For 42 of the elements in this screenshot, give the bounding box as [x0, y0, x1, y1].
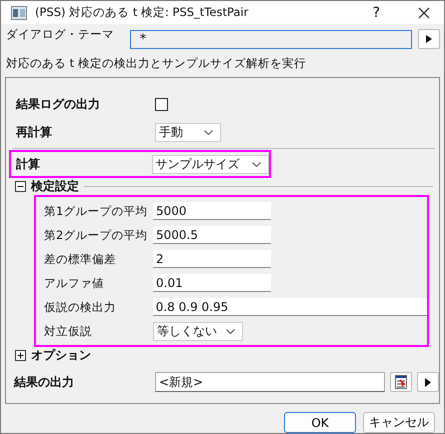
input-field[interactable]: 0.8 0.9 0.95 — [152, 298, 429, 316]
option-label: 結果の出力 — [12, 374, 75, 390]
ok-button[interactable]: OK — [284, 412, 356, 433]
sheet-picker-button[interactable] — [390, 372, 412, 392]
triangle-icon — [425, 378, 432, 386]
dropdown[interactable]: 手動 — [155, 122, 221, 142]
cancel-button[interactable]: キャンセル — [363, 412, 435, 433]
field-label: 第2グループの平均 — [44, 228, 148, 242]
chevron-icon — [204, 130, 213, 134]
close-icon[interactable] — [418, 6, 430, 18]
output-field[interactable]: <新規> — [154, 372, 386, 392]
sheet-icon — [395, 375, 408, 389]
input-field[interactable]: 5000 — [153, 202, 271, 220]
triangle-icon — [426, 35, 432, 43]
section-title: オプション — [31, 347, 91, 364]
input-field[interactable]: 2 — [153, 250, 271, 268]
section-title: 検定設定 — [31, 178, 79, 195]
field-label: アルファ値 — [44, 276, 105, 290]
app-icon — [11, 6, 27, 20]
theme-label: ダイアログ・テーマ — [5, 27, 115, 42]
field-label: 第1グループの平均 — [44, 204, 148, 218]
window-title: (PSS) 対応のある t 検定: PSS_tTestPair — [35, 5, 250, 20]
help-button[interactable]: ? — [372, 4, 380, 20]
field-label: 差の標準偏差 — [44, 252, 117, 266]
chevron-icon — [226, 328, 235, 334]
expander-icon[interactable] — [15, 181, 26, 192]
chevron-icon — [252, 162, 261, 166]
theme-menu-button[interactable] — [418, 29, 440, 49]
description: 対応のある t 検定の検出力とサンプルサイズ解析を実行 — [6, 56, 307, 71]
output-menu-button[interactable] — [417, 372, 440, 392]
option-label: 再計算 — [15, 124, 53, 140]
dropdown[interactable]: サンプルサイズ — [152, 154, 269, 174]
checkbox[interactable] — [155, 98, 168, 110]
expander-icon[interactable] — [15, 350, 26, 361]
input-field[interactable]: 5000.5 — [153, 226, 271, 244]
dropdown[interactable]: 等しくない — [153, 322, 243, 340]
option-label: 結果ログの出力 — [14, 96, 101, 112]
field-label: 仮説の検出力 — [44, 300, 117, 314]
option-label: 計算 — [15, 156, 41, 172]
field-label: 対立仮説 — [44, 324, 93, 338]
input-field[interactable]: 0.01 — [153, 274, 271, 292]
theme-field[interactable]: * — [130, 30, 412, 48]
